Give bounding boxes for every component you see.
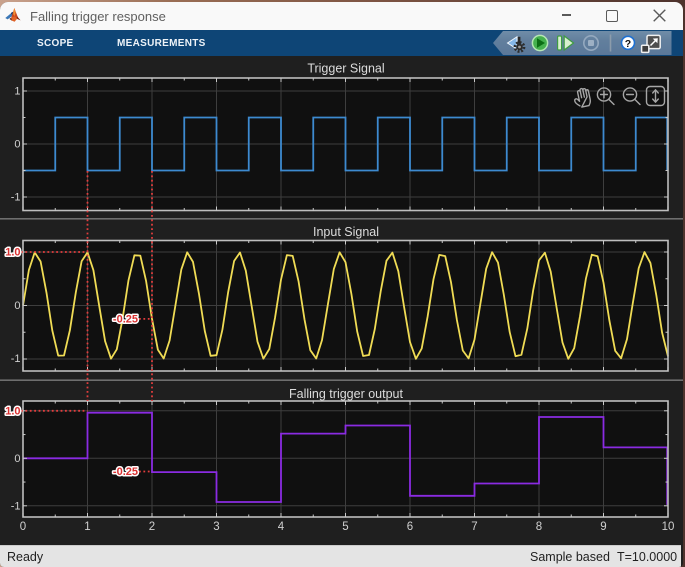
svg-text:5: 5 [342, 521, 348, 533]
svg-text:10: 10 [662, 521, 675, 533]
svg-text:2: 2 [149, 521, 155, 533]
svg-text:1.0: 1.0 [5, 406, 20, 418]
svg-text:Input Signal: Input Signal [313, 225, 379, 239]
svg-text:4: 4 [278, 521, 285, 533]
svg-text:-0.25: -0.25 [113, 466, 138, 478]
svg-text:0: 0 [14, 139, 20, 151]
svg-text:1.0: 1.0 [5, 247, 20, 259]
svg-text:-1: -1 [11, 501, 21, 513]
svg-text:1: 1 [14, 86, 20, 98]
svg-text:0: 0 [14, 453, 20, 465]
svg-text:0: 0 [14, 300, 20, 312]
svg-text:-0.25: -0.25 [113, 314, 138, 326]
svg-text:8: 8 [536, 521, 542, 533]
svg-text:0: 0 [20, 521, 26, 533]
svg-text:3: 3 [213, 521, 219, 533]
svg-text:-1: -1 [11, 353, 21, 365]
svg-text:9: 9 [600, 521, 606, 533]
svg-text:6: 6 [407, 521, 413, 533]
svg-text:Trigger Signal: Trigger Signal [307, 62, 384, 76]
svg-text:1: 1 [84, 521, 90, 533]
svg-text:-1: -1 [11, 192, 21, 204]
svg-text:7: 7 [471, 521, 477, 533]
svg-text:Falling trigger output: Falling trigger output [289, 387, 403, 401]
svg-text:?: ? [625, 38, 631, 50]
